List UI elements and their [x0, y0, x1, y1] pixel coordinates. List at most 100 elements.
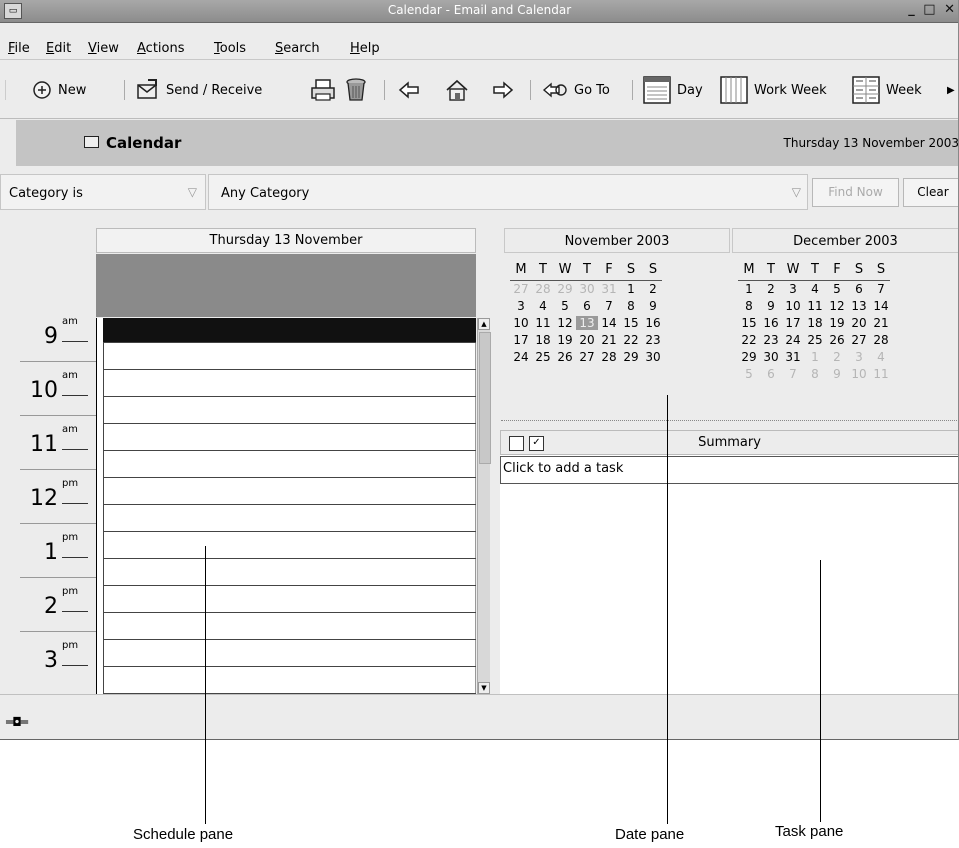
work-week-view-button[interactable]: Work Week — [720, 76, 827, 104]
day-view-button[interactable]: Day — [643, 76, 703, 104]
date-cell[interactable]: 28 — [870, 333, 892, 347]
date-cell[interactable]: 19 — [554, 333, 576, 347]
date-cell[interactable]: 2 — [760, 282, 782, 296]
date-cell[interactable]: 10 — [510, 316, 532, 330]
date-cell[interactable]: 12 — [554, 316, 576, 330]
date-cell[interactable]: 30 — [576, 282, 598, 296]
month-header[interactable]: November 2003 — [504, 228, 730, 253]
date-cell[interactable]: 3 — [510, 299, 532, 313]
minimize-icon[interactable]: _ — [908, 2, 917, 17]
date-cell[interactable]: 4 — [804, 282, 826, 296]
date-cell[interactable]: 15 — [620, 316, 642, 330]
day-header[interactable]: Thursday 13 November — [96, 228, 476, 253]
menu-tools[interactable]: Tools — [214, 41, 246, 56]
date-cell[interactable]: 18 — [804, 316, 826, 330]
date-cell[interactable]: 29 — [554, 282, 576, 296]
date-cell[interactable]: 1 — [620, 282, 642, 296]
scroll-thumb[interactable] — [479, 332, 491, 464]
date-cell[interactable]: 8 — [804, 367, 826, 381]
menu-help[interactable]: Help — [350, 41, 380, 56]
week-view-button[interactable]: Week — [852, 76, 922, 104]
date-cell[interactable]: 22 — [620, 333, 642, 347]
menu-edit[interactable]: Edit — [46, 41, 71, 56]
date-cell[interactable]: 9 — [760, 299, 782, 313]
date-cell[interactable]: 9 — [642, 299, 664, 313]
date-cell[interactable]: 30 — [642, 350, 664, 364]
forward-button[interactable] — [492, 77, 514, 103]
date-cell[interactable]: 7 — [870, 282, 892, 296]
date-cell[interactable]: 25 — [804, 333, 826, 347]
date-cell[interactable]: 29 — [738, 350, 760, 364]
date-cell[interactable]: 4 — [870, 350, 892, 364]
menu-search[interactable]: Search — [275, 41, 320, 56]
date-cell[interactable]: 3 — [848, 350, 870, 364]
date-cell[interactable]: 14 — [598, 316, 620, 330]
date-cell[interactable]: 27 — [510, 282, 532, 296]
date-cell[interactable]: 5 — [826, 282, 848, 296]
date-cell[interactable]: 7 — [782, 367, 804, 381]
add-task-input[interactable]: Click to add a task — [500, 456, 958, 484]
scroll-down-icon[interactable]: ▼ — [478, 682, 490, 694]
date-cell[interactable]: 25 — [532, 350, 554, 364]
date-cell[interactable]: 11 — [532, 316, 554, 330]
date-cell[interactable]: 2 — [642, 282, 664, 296]
date-cell[interactable]: 3 — [782, 282, 804, 296]
schedule-scrollbar[interactable]: ▲ ▼ — [477, 318, 491, 694]
date-cell[interactable]: 15 — [738, 316, 760, 330]
month-header[interactable]: December 2003 — [732, 228, 958, 253]
date-cell[interactable]: 26 — [554, 350, 576, 364]
back-button[interactable] — [398, 77, 420, 103]
delete-button[interactable] — [344, 77, 368, 103]
date-cell[interactable]: 4 — [532, 299, 554, 313]
date-cell[interactable]: 24 — [510, 350, 532, 364]
date-cell[interactable]: 30 — [760, 350, 782, 364]
date-cell[interactable]: 23 — [760, 333, 782, 347]
pane-divider[interactable] — [493, 228, 499, 694]
send-receive-button[interactable]: Send / Receive — [136, 77, 262, 103]
date-cell[interactable]: 14 — [870, 299, 892, 313]
new-button[interactable]: New — [32, 77, 86, 103]
more-arrow-icon[interactable]: ▶ — [947, 77, 955, 103]
date-cell[interactable]: 19 — [826, 316, 848, 330]
date-cell[interactable]: 31 — [782, 350, 804, 364]
date-cell[interactable]: 6 — [576, 299, 598, 313]
date-cell[interactable]: 28 — [532, 282, 554, 296]
date-cell[interactable]: 1 — [738, 282, 760, 296]
maximize-icon[interactable]: □ — [923, 2, 937, 17]
category-value-select[interactable]: Any Category ▽ — [208, 174, 808, 210]
date-cell[interactable]: 23 — [642, 333, 664, 347]
date-cell[interactable]: 10 — [848, 367, 870, 381]
menu-view[interactable]: View — [88, 41, 119, 56]
category-filter-select[interactable]: Category is ▽ — [0, 174, 206, 210]
date-cell[interactable]: 21 — [870, 316, 892, 330]
print-button[interactable] — [310, 77, 336, 103]
date-cell[interactable]: 9 — [826, 367, 848, 381]
day-time-grid[interactable] — [96, 318, 476, 694]
date-cell[interactable]: 21 — [598, 333, 620, 347]
date-cell[interactable]: 11 — [870, 367, 892, 381]
find-now-button[interactable]: Find Now — [812, 178, 899, 207]
clear-button[interactable]: Clear — [903, 178, 958, 207]
menu-actions[interactable]: Actions — [137, 41, 185, 56]
window-controls[interactable]: _ □ ✕ — [908, 2, 957, 17]
date-cell[interactable]: 6 — [848, 282, 870, 296]
menu-file[interactable]: File — [8, 41, 30, 56]
date-cell[interactable]: 17 — [782, 316, 804, 330]
date-cell[interactable]: 24 — [782, 333, 804, 347]
date-cell[interactable]: 18 — [532, 333, 554, 347]
date-cell[interactable]: 22 — [738, 333, 760, 347]
date-cell[interactable]: 7 — [598, 299, 620, 313]
date-cell[interactable]: 5 — [554, 299, 576, 313]
date-cell[interactable]: 20 — [848, 316, 870, 330]
today-cell[interactable]: 13 — [576, 316, 598, 330]
date-cell[interactable]: 20 — [576, 333, 598, 347]
title-bar[interactable]: ▭ Calendar - Email and Calendar _ □ ✕ — [0, 0, 958, 23]
date-cell[interactable]: 27 — [848, 333, 870, 347]
date-cell[interactable]: 26 — [826, 333, 848, 347]
date-cell[interactable]: 5 — [738, 367, 760, 381]
selected-time-slot[interactable] — [103, 318, 476, 342]
date-cell[interactable]: 31 — [598, 282, 620, 296]
close-icon[interactable]: ✕ — [944, 2, 957, 17]
date-cell[interactable]: 12 — [826, 299, 848, 313]
date-cell[interactable]: 11 — [804, 299, 826, 313]
